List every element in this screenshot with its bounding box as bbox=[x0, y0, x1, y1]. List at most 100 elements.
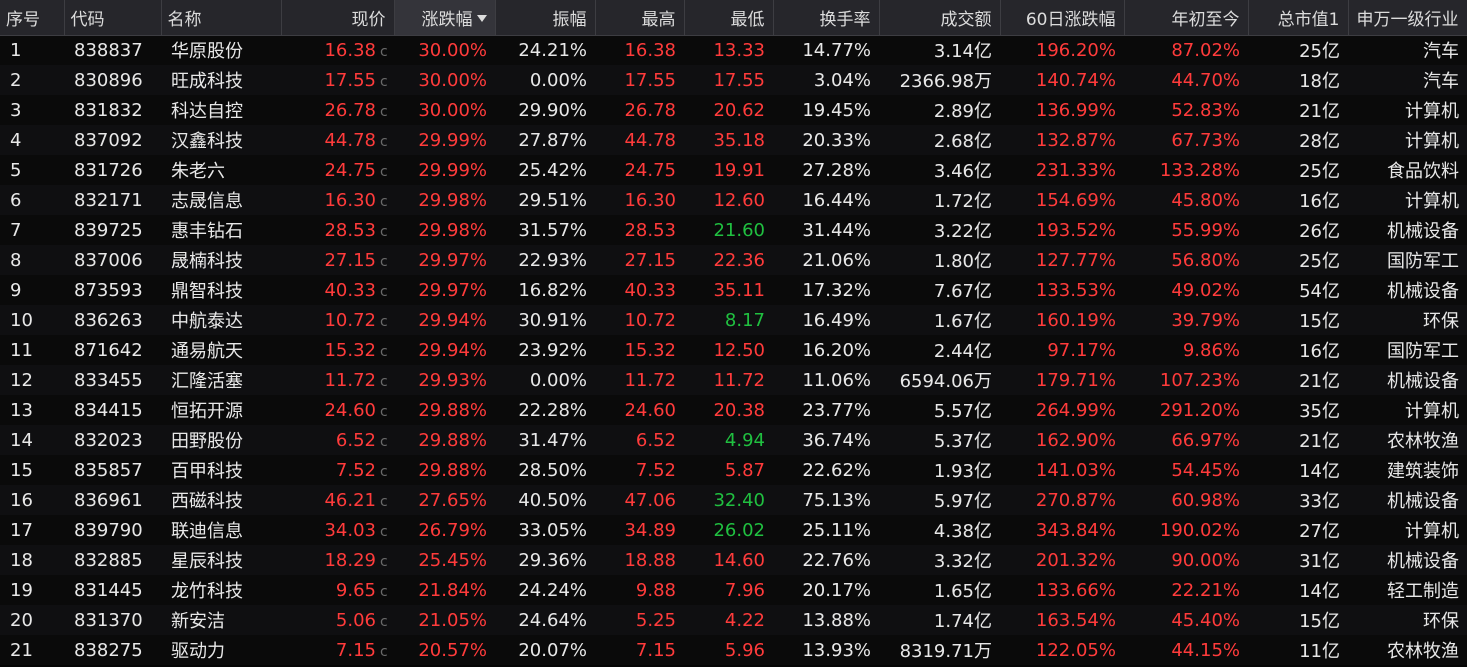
cell-volume: 5.97亿 bbox=[933, 491, 992, 512]
table-row[interactable]: 13 834415 恒拓开源 24.60 c 29.88% 22.28% 24.60 20.38… bbox=[0, 395, 1467, 425]
cell-industry: 计算机 bbox=[1405, 521, 1459, 542]
table-row[interactable]: 19 831445 龙竹科技 9.65 c 21.84% 24.24% 9.88 7.96 20.… bbox=[0, 575, 1467, 605]
col-header-high[interactable]: 最高 bbox=[595, 0, 685, 36]
col-header-name[interactable]: 名称 bbox=[161, 0, 282, 36]
cell-high: 47.06 bbox=[624, 489, 676, 511]
cell-turnover: 14.77% bbox=[802, 39, 871, 61]
cell-industry: 机械设备 bbox=[1387, 281, 1459, 302]
cell-turnover: 36.74% bbox=[802, 429, 871, 451]
table-row[interactable]: 16 836961 西磁科技 46.21 c 27.65% 40.50% 47.06 32.40… bbox=[0, 485, 1467, 515]
cell-change: 29.88% bbox=[418, 399, 487, 421]
cell-seq: 8 bbox=[10, 249, 22, 271]
cell-name: 华原股份 bbox=[171, 41, 243, 63]
cell-high: 7.15 bbox=[635, 639, 676, 661]
col-header-low[interactable]: 最低 bbox=[684, 0, 774, 36]
col-header-volume[interactable]: 成交额 bbox=[879, 0, 1001, 36]
col-header-code[interactable]: 代码 bbox=[64, 0, 162, 36]
col-header-ytd[interactable]: 年初至今 bbox=[1124, 0, 1249, 36]
cell-name: 恒拓开源 bbox=[171, 401, 243, 422]
cell-amplitude: 40.50% bbox=[518, 489, 587, 511]
table-row[interactable]: 15 835857 百甲科技 7.52 c 29.88% 28.50% 7.52 5.87 22.… bbox=[0, 455, 1467, 485]
cell-market-cap: 27亿 bbox=[1299, 521, 1340, 542]
cell-amplitude: 24.24% bbox=[518, 579, 587, 601]
table-row[interactable]: 10 836263 中航泰达 10.72 c 29.94% 30.91% 10.72 8.17 1… bbox=[0, 305, 1467, 335]
cell-price: 5.06 c bbox=[281, 605, 394, 635]
table-row[interactable]: 9 873593 鼎智科技 40.33 c 29.97% 16.82% 40.33 35.11 1… bbox=[0, 275, 1467, 305]
cell-price-value: 34.03 bbox=[324, 519, 376, 541]
cell-code: 835857 bbox=[74, 459, 143, 481]
cell-high: 16.38 bbox=[624, 39, 676, 61]
cell-seq: 3 bbox=[10, 99, 22, 121]
table-row[interactable]: 7 839725 惠丰钻石 28.53 c 29.98% 31.57% 28.53 21.60 3… bbox=[0, 215, 1467, 245]
cell-60d-change: 127.77% bbox=[1035, 249, 1116, 271]
cell-high: 7.52 bbox=[635, 459, 676, 481]
cell-market-cap: 28亿 bbox=[1299, 131, 1340, 152]
table-row[interactable]: 14 832023 田野股份 6.52 c 29.88% 31.47% 6.52 4.94 36.… bbox=[0, 425, 1467, 455]
cell-name: 志晟信息 bbox=[171, 191, 243, 212]
cell-seq: 15 bbox=[10, 459, 33, 481]
table-row[interactable]: 12 833455 汇隆活塞 11.72 c 29.93% 0.00% 11.72 11.72 1… bbox=[0, 365, 1467, 395]
col-header-market-cap[interactable]: 总市值1 bbox=[1248, 0, 1349, 36]
cell-market-cap: 33亿 bbox=[1299, 491, 1340, 512]
cell-volume: 3.32亿 bbox=[933, 551, 992, 572]
cell-amplitude: 22.28% bbox=[518, 399, 587, 421]
cell-high: 44.78 bbox=[624, 129, 676, 151]
col-header-industry[interactable]: 申万一级行业 bbox=[1348, 0, 1467, 36]
cell-market-cap: 54亿 bbox=[1299, 281, 1340, 302]
cell-price: 18.29 c bbox=[281, 545, 394, 575]
cell-amplitude: 29.51% bbox=[518, 189, 587, 211]
cell-price-value: 24.75 bbox=[324, 159, 376, 181]
cell-name: 百甲科技 bbox=[171, 461, 243, 482]
table-row[interactable]: 11 871642 通易航天 15.32 c 29.94% 23.92% 15.32 12.50… bbox=[0, 335, 1467, 365]
cell-price: 24.75 c bbox=[281, 155, 394, 185]
cell-seq: 18 bbox=[10, 549, 33, 571]
cell-code: 832023 bbox=[74, 429, 143, 451]
cell-name: 惠丰钻石 bbox=[171, 221, 243, 242]
col-header-amplitude[interactable]: 振幅 bbox=[495, 0, 596, 36]
price-marker: c bbox=[380, 643, 388, 660]
cell-price: 7.15 c bbox=[281, 635, 394, 665]
cell-code: 839725 bbox=[74, 219, 143, 241]
table-row[interactable]: 8 837006 晟楠科技 27.15 c 29.97% 22.93% 27.15 22.36 2… bbox=[0, 245, 1467, 275]
col-header-price[interactable]: 现价 bbox=[281, 0, 395, 36]
col-header-change[interactable]: 涨跌幅 bbox=[394, 0, 496, 36]
col-header-seq[interactable]: 序号 bbox=[0, 0, 65, 36]
cell-low: 35.11 bbox=[713, 279, 765, 301]
cell-high: 18.88 bbox=[624, 549, 676, 571]
cell-60d-change: 270.87% bbox=[1035, 489, 1116, 511]
cell-high: 26.78 bbox=[624, 99, 676, 121]
col-header-change-label: 涨跌幅 bbox=[421, 9, 473, 30]
table-row[interactable]: 4 837092 汉鑫科技 44.78 c 29.99% 27.87% 44.78 35.18 2… bbox=[0, 125, 1467, 155]
cell-seq: 1 bbox=[10, 39, 22, 61]
table-row[interactable]: 20 831370 新安洁 5.06 c 21.05% 24.64% 5.25 4.22 13.8… bbox=[0, 605, 1467, 635]
col-header-turnover[interactable]: 换手率 bbox=[773, 0, 880, 36]
price-marker: c bbox=[380, 583, 388, 600]
cell-name: 驱动力 bbox=[171, 641, 225, 662]
cell-amplitude: 29.90% bbox=[518, 99, 587, 121]
cell-industry: 计算机 bbox=[1405, 131, 1459, 152]
cell-name: 鼎智科技 bbox=[171, 281, 243, 302]
cell-60d-change: 133.66% bbox=[1035, 579, 1116, 601]
col-header-60d-change[interactable]: 60日涨跌幅 bbox=[1000, 0, 1125, 36]
cell-turnover: 23.77% bbox=[802, 399, 871, 421]
table-row[interactable]: 18 832885 星辰科技 18.29 c 25.45% 29.36% 18.88 14.60… bbox=[0, 545, 1467, 575]
cell-ytd: 54.45% bbox=[1171, 459, 1240, 481]
table-row[interactable]: 1 838837 华原股份 16.38 c 30.00% 24.21% 16.38 13.33 1… bbox=[0, 35, 1467, 65]
cell-industry: 农林牧渔 bbox=[1387, 431, 1459, 452]
cell-high: 28.53 bbox=[624, 219, 676, 241]
table-row[interactable]: 5 831726 朱老六 24.75 c 29.99% 25.42% 24.75 19.91 27… bbox=[0, 155, 1467, 185]
cell-turnover: 20.17% bbox=[802, 579, 871, 601]
cell-seq: 20 bbox=[10, 609, 33, 631]
table-row[interactable]: 21 838275 驱动力 7.15 c 20.57% 20.07% 7.15 5.96 13.9… bbox=[0, 635, 1467, 665]
cell-low: 26.02 bbox=[713, 519, 765, 541]
cell-ytd: 45.40% bbox=[1171, 609, 1240, 631]
cell-low: 4.22 bbox=[724, 609, 765, 631]
table-row[interactable]: 3 831832 科达自控 26.78 c 30.00% 29.90% 26.78 20.62 1… bbox=[0, 95, 1467, 125]
cell-change: 20.57% bbox=[418, 639, 487, 661]
cell-price: 10.72 c bbox=[281, 305, 394, 335]
cell-market-cap: 26亿 bbox=[1299, 221, 1340, 242]
table-row[interactable]: 6 832171 志晟信息 16.30 c 29.98% 29.51% 16.30 12.60 1… bbox=[0, 185, 1467, 215]
table-row[interactable]: 2 830896 旺成科技 17.55 c 30.00% 0.00% 17.55 17.55 3.… bbox=[0, 65, 1467, 95]
table-row[interactable]: 17 839790 联迪信息 34.03 c 26.79% 33.05% 34.89 26.02… bbox=[0, 515, 1467, 545]
cell-change: 29.99% bbox=[418, 129, 487, 151]
